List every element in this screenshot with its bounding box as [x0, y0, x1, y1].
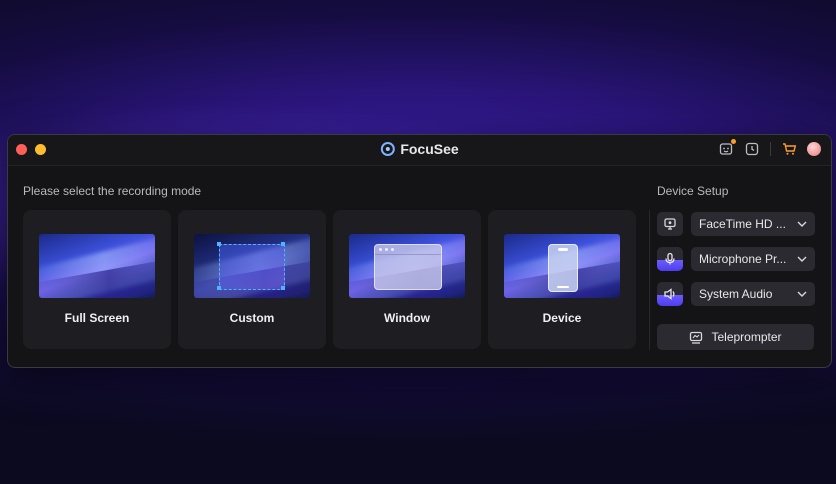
- minimize-window-button[interactable]: [35, 144, 46, 155]
- microphone-value: Microphone Pr...: [699, 252, 787, 266]
- microphone-select[interactable]: Microphone Pr...: [691, 247, 815, 271]
- selection-handle: [281, 242, 285, 246]
- app-window: FocuSee Please select the recording mode…: [7, 134, 832, 368]
- mode-card-window[interactable]: Window: [333, 210, 481, 349]
- microphone-icon[interactable]: [657, 247, 683, 271]
- custom-thumbnail: [194, 234, 310, 298]
- chevron-down-icon: [797, 256, 807, 262]
- app-title-text: FocuSee: [400, 141, 459, 157]
- teleprompter-label: Teleprompter: [711, 330, 782, 344]
- mode-label: Device: [542, 311, 582, 325]
- recording-mode-cards: Full Screen Custom Window Device: [23, 210, 636, 349]
- full-screen-thumbnail: [39, 234, 155, 298]
- toolbar-icons: [718, 139, 821, 157]
- camera-select[interactable]: FaceTime HD ...: [691, 212, 815, 236]
- microphone-row: Microphone Pr...: [657, 247, 815, 271]
- panel-divider: [649, 210, 650, 350]
- device-setup-title: Device Setup: [657, 184, 729, 198]
- app-title: FocuSee: [380, 141, 459, 157]
- system-audio-value: System Audio: [699, 287, 773, 301]
- speaker-icon[interactable]: [657, 282, 683, 306]
- teleprompter-button[interactable]: Teleprompter: [657, 324, 814, 350]
- mode-card-full-screen[interactable]: Full Screen: [23, 210, 171, 349]
- focusee-logo-icon: [380, 142, 395, 156]
- mode-card-custom[interactable]: Custom: [178, 210, 326, 349]
- title-bar: FocuSee: [8, 135, 831, 166]
- phone-icon: [548, 244, 578, 292]
- selection-handle: [217, 286, 221, 290]
- selection-handle: [281, 286, 285, 290]
- webcam-icon[interactable]: [657, 212, 683, 236]
- mode-card-device[interactable]: Device: [488, 210, 636, 349]
- chevron-down-icon: [797, 291, 807, 297]
- window-mock-icon: [374, 244, 442, 290]
- mode-label: Full Screen: [64, 311, 130, 325]
- mode-label: Custom: [229, 311, 275, 325]
- mode-label: Window: [384, 311, 430, 325]
- system-audio-row: System Audio: [657, 282, 815, 306]
- selection-area-icon: [219, 244, 285, 290]
- cart-icon[interactable]: [781, 141, 797, 157]
- chevron-down-icon: [797, 221, 807, 227]
- window-thumbnail: [349, 234, 465, 298]
- feedback-icon[interactable]: [718, 139, 736, 157]
- selection-handle: [217, 242, 221, 246]
- avatar[interactable]: [807, 142, 821, 156]
- camera-value: FaceTime HD ...: [699, 217, 786, 231]
- window-controls: [16, 144, 46, 155]
- close-window-button[interactable]: [16, 144, 27, 155]
- recording-mode-prompt: Please select the recording mode: [23, 184, 202, 198]
- camera-row: FaceTime HD ...: [657, 212, 815, 236]
- notification-dot: [731, 139, 736, 144]
- system-audio-select[interactable]: System Audio: [691, 282, 815, 306]
- device-thumbnail: [504, 234, 620, 298]
- teleprompter-icon: [690, 331, 703, 344]
- history-clock-icon[interactable]: [744, 141, 760, 157]
- toolbar-separator: [770, 142, 771, 156]
